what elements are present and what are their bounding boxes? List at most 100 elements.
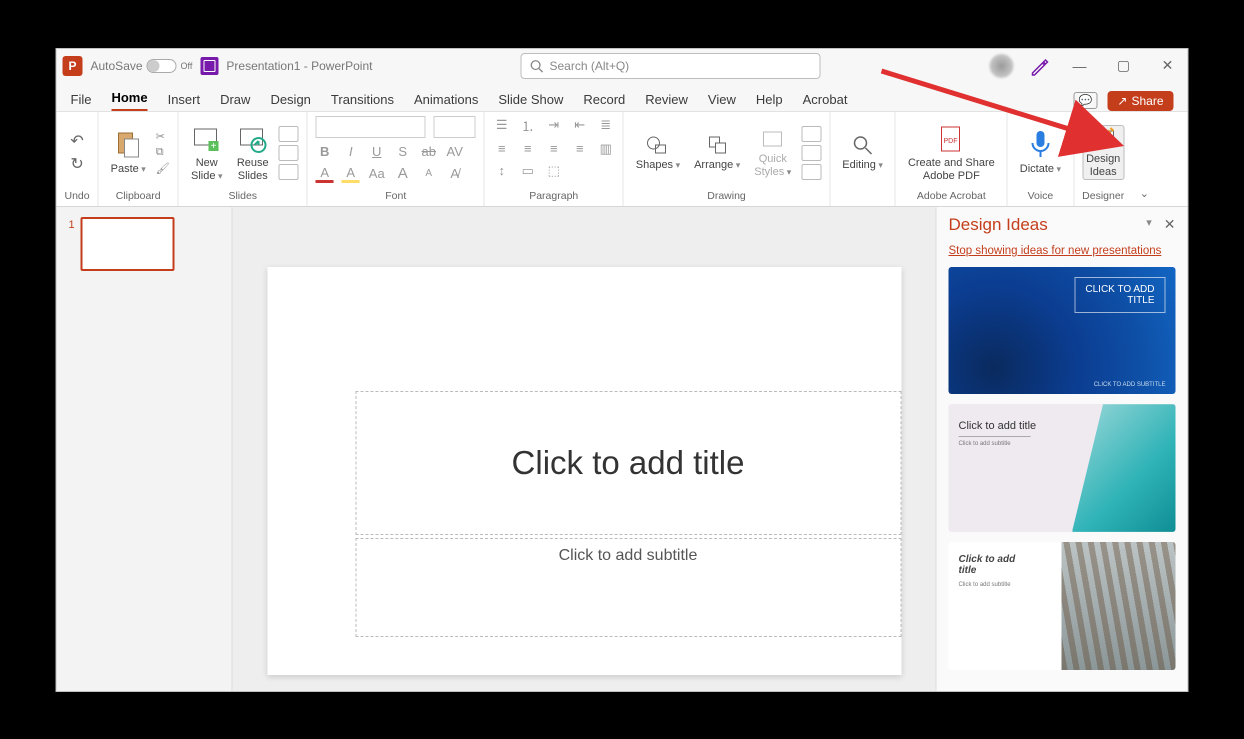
reset-icon[interactable]: [279, 145, 299, 161]
toggle-off-icon[interactable]: [147, 59, 177, 73]
tab-review[interactable]: Review: [645, 92, 688, 111]
maximize-button[interactable]: ▢: [1110, 57, 1138, 74]
group-undo: ↶ ↻ Undo: [57, 112, 99, 206]
tab-animations[interactable]: Animations: [414, 92, 478, 111]
numbering-button[interactable]: ⒈: [519, 116, 537, 135]
design-idea-2[interactable]: Click to add title Click to add subtitle: [949, 404, 1176, 532]
shape-effects-icon[interactable]: [801, 164, 821, 180]
save-icon[interactable]: [200, 57, 218, 75]
font-size-input[interactable]: [434, 116, 476, 138]
search-box[interactable]: Search (Alt+Q): [520, 53, 820, 79]
pane-menu-icon[interactable]: ▾: [1146, 216, 1152, 233]
design-ideas-icon: [1091, 127, 1115, 151]
tab-view[interactable]: View: [708, 92, 736, 111]
minimize-button[interactable]: —: [1066, 58, 1094, 74]
tab-acrobat[interactable]: Acrobat: [803, 92, 848, 111]
char-spacing-button[interactable]: AV: [446, 144, 464, 159]
text-direction-button[interactable]: ↕: [493, 163, 511, 178]
align-right-button[interactable]: ≡: [545, 141, 563, 156]
tab-draw[interactable]: Draw: [220, 92, 250, 111]
group-label-slides: Slides: [228, 190, 257, 204]
tab-record[interactable]: Record: [583, 92, 625, 111]
clear-formatting-button[interactable]: A̸: [446, 166, 464, 181]
align-text-button[interactable]: ▭: [519, 163, 537, 179]
bold-button[interactable]: B: [316, 144, 334, 159]
layout-icon[interactable]: [279, 126, 299, 142]
tab-file[interactable]: File: [71, 92, 92, 111]
columns-button[interactable]: ▥: [597, 141, 615, 157]
underline-button[interactable]: U: [368, 144, 386, 159]
group-font: B I U S ab AV A A Aa A A A̸ Font: [308, 112, 485, 206]
user-avatar[interactable]: [990, 54, 1014, 78]
shape-fill-icon[interactable]: [801, 126, 821, 142]
grow-font-button[interactable]: A: [394, 165, 412, 182]
align-left-button[interactable]: ≡: [493, 141, 511, 156]
stop-showing-link[interactable]: Stop showing ideas for new presentations: [949, 245, 1176, 257]
indent-inc-button[interactable]: ⇥: [545, 117, 563, 133]
shadow-button[interactable]: S: [394, 144, 412, 159]
dictate-button[interactable]: Dictate: [1016, 129, 1065, 175]
group-label-acrobat: Adobe Acrobat: [917, 190, 986, 204]
arrange-button[interactable]: Arrange: [690, 133, 744, 171]
group-label-clipboard: Clipboard: [116, 190, 161, 204]
autosave-toggle[interactable]: AutoSave Off: [91, 59, 193, 73]
comments-button[interactable]: 💬: [1074, 92, 1098, 109]
slide-thumbnail-1[interactable]: [81, 217, 175, 271]
tab-slideshow[interactable]: Slide Show: [498, 92, 563, 111]
design-idea-3[interactable]: Click to add title Click to add subtitle: [949, 542, 1176, 670]
strike-button[interactable]: ab: [420, 144, 438, 159]
arrange-icon: [705, 133, 729, 157]
copy-icon[interactable]: ⧉: [156, 146, 170, 159]
find-icon: [851, 133, 875, 157]
document-title: Presentation1 - PowerPoint: [226, 59, 372, 73]
cut-icon[interactable]: ✂: [156, 130, 170, 143]
ribbon-collapse-button[interactable]: ⌄: [1132, 112, 1156, 206]
group-slides: + New Slide Reuse Slides Slides: [179, 112, 308, 206]
slide[interactable]: Click to add title Click to add subtitle: [267, 267, 901, 675]
autosave-state: Off: [181, 61, 193, 71]
justify-button[interactable]: ≡: [571, 141, 589, 156]
create-share-pdf-button[interactable]: PDF Create and Share Adobe PDF: [904, 123, 999, 181]
line-spacing-button[interactable]: ≣: [597, 117, 615, 133]
section-icon[interactable]: [279, 164, 299, 180]
font-name-input[interactable]: [316, 116, 426, 138]
undo-icon[interactable]: ↶: [70, 131, 83, 151]
indent-dec-button[interactable]: ⇤: [571, 117, 589, 133]
font-color-button[interactable]: A: [316, 165, 334, 183]
powerpoint-logo-icon: P: [63, 56, 83, 76]
tab-home[interactable]: Home: [111, 90, 147, 111]
group-voice: Dictate Voice: [1008, 112, 1074, 206]
group-label-designer: Designer: [1082, 190, 1124, 204]
tab-insert[interactable]: Insert: [168, 92, 201, 111]
tab-help[interactable]: Help: [756, 92, 783, 111]
format-painter-icon[interactable]: 🖌: [156, 162, 170, 175]
search-icon: [529, 59, 543, 73]
design-idea-1[interactable]: CLICK TO ADD TITLE CLICK TO ADD SUBTITLE: [949, 267, 1176, 395]
change-case-button[interactable]: Aa: [368, 166, 386, 181]
design-ideas-button[interactable]: Design Ideas: [1082, 125, 1124, 179]
title-placeholder[interactable]: Click to add title: [355, 391, 901, 535]
quick-styles-button[interactable]: Quick Styles: [750, 127, 795, 177]
smartart-button[interactable]: ⬚: [545, 163, 563, 179]
tab-transitions[interactable]: Transitions: [331, 92, 394, 111]
subtitle-placeholder[interactable]: Click to add subtitle: [355, 538, 901, 637]
bullets-button[interactable]: ☰: [493, 117, 511, 133]
share-button[interactable]: ↗ Share: [1107, 91, 1173, 111]
align-center-button[interactable]: ≡: [519, 141, 537, 156]
pane-close-button[interactable]: ✕: [1164, 216, 1176, 233]
shapes-button[interactable]: Shapes: [632, 133, 684, 171]
new-slide-button[interactable]: + New Slide: [187, 123, 227, 181]
italic-button[interactable]: I: [342, 144, 360, 159]
pdf-icon: PDF: [935, 123, 967, 155]
shrink-font-button[interactable]: A: [420, 168, 438, 179]
pane-title: Design Ideas: [949, 215, 1048, 235]
redo-icon[interactable]: ↻: [70, 154, 83, 174]
paste-button[interactable]: Paste: [107, 129, 150, 175]
highlight-button[interactable]: A: [342, 165, 360, 183]
shape-outline-icon[interactable]: [801, 145, 821, 161]
close-button[interactable]: ✕: [1154, 57, 1182, 74]
reuse-slides-button[interactable]: Reuse Slides: [233, 123, 273, 181]
pen-icon[interactable]: [1030, 56, 1050, 76]
editing-button[interactable]: Editing: [838, 133, 887, 171]
tab-design[interactable]: Design: [270, 92, 310, 111]
